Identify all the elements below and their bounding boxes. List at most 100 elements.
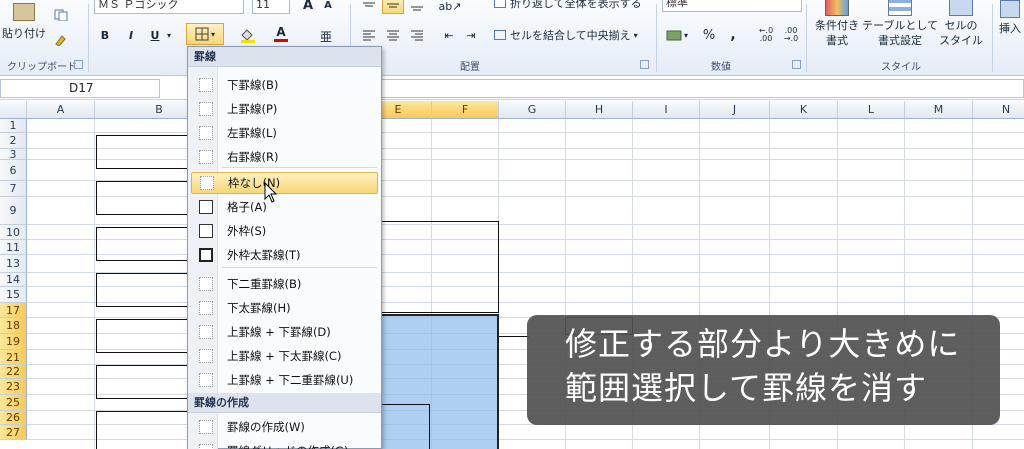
- menu-item-label: 上罫線 + 下太罫線(C): [227, 349, 342, 363]
- column-header-i[interactable]: I: [633, 101, 700, 119]
- grid-line: [94, 119, 95, 449]
- row-header-23[interactable]: 23: [0, 379, 27, 395]
- name-box[interactable]: D17: [0, 79, 160, 98]
- shrink-font-button[interactable]: A: [320, 0, 336, 14]
- row-header-1[interactable]: 1: [0, 119, 27, 133]
- menu-item-left-border[interactable]: 左罫線(L): [191, 122, 378, 144]
- row-header-21[interactable]: 21: [0, 350, 27, 365]
- insert-cells-button[interactable]: 挿入: [996, 0, 1024, 52]
- column-header-h[interactable]: H: [566, 101, 633, 119]
- accounting-format-icon[interactable]: ▾: [664, 26, 690, 44]
- column-header-j[interactable]: J: [700, 101, 770, 119]
- row-header-27[interactable]: 27: [0, 425, 27, 440]
- menu-item-draw-border[interactable]: 罫線の作成(W): [191, 416, 378, 438]
- row-header-6[interactable]: 6: [0, 160, 27, 181]
- menu-item-bottom-border[interactable]: 下罫線(B): [191, 74, 378, 96]
- menu-item-label: 右罫線(R): [227, 150, 279, 164]
- row-header-11[interactable]: 11: [0, 240, 27, 255]
- row-header-14[interactable]: 14: [0, 273, 27, 287]
- wrap-text-button[interactable]: 折り返して全体を表示する: [494, 0, 652, 12]
- grow-font-button[interactable]: A: [300, 0, 316, 14]
- paste-button[interactable]: 貼り付け: [2, 2, 46, 42]
- menu-item-no-border[interactable]: 枠なし(N): [191, 172, 378, 194]
- align-right-icon[interactable]: [408, 26, 426, 44]
- column-header-k[interactable]: K: [770, 101, 838, 119]
- menu-item-top-thick-bottom-border[interactable]: 上罫線 + 下太罫線(C): [191, 345, 378, 367]
- increase-decimal-icon[interactable]: ←.0.00: [756, 26, 776, 44]
- phonetic-icon[interactable]: 亜: [316, 26, 336, 46]
- conditional-format-label: 条件付き 書式: [815, 19, 859, 47]
- menu-item-top-bottom-border[interactable]: 上罫線 + 下罫線(D): [191, 321, 378, 343]
- format-painter-icon[interactable]: [52, 32, 70, 46]
- align-middle-icon[interactable]: [382, 0, 404, 14]
- row-header-2[interactable]: 2: [0, 133, 27, 149]
- comma-style-button[interactable]: ,: [724, 26, 742, 44]
- number-launcher-icon[interactable]: [792, 60, 801, 69]
- increase-indent-icon[interactable]: ⇥: [462, 26, 480, 44]
- bold-button[interactable]: B: [96, 26, 114, 44]
- number-format-combo[interactable]: 標準: [662, 0, 802, 12]
- select-all-corner[interactable]: [0, 101, 27, 119]
- row-header-19[interactable]: 19: [0, 334, 27, 350]
- decrease-indent-icon[interactable]: ⇤: [440, 26, 458, 44]
- formula-input[interactable]: [380, 79, 1024, 98]
- menu-item-thick-bottom-border[interactable]: 下太罫線(H): [191, 297, 378, 319]
- underline-dropdown-icon[interactable]: ▾: [164, 26, 174, 44]
- fill-color-icon[interactable]: [236, 26, 262, 44]
- menu-item-outside-borders[interactable]: 外枠(S): [191, 220, 378, 242]
- row-header-22[interactable]: 22: [0, 365, 27, 379]
- percent-button[interactable]: %: [700, 26, 718, 44]
- row-header-25[interactable]: 25: [0, 395, 27, 411]
- all-borders-icon: [199, 200, 213, 214]
- grid-line: [27, 224, 1024, 225]
- row-header-7[interactable]: 7: [0, 181, 27, 197]
- row-header-26[interactable]: 26: [0, 411, 27, 425]
- menu-item-draw-border-grid[interactable]: 罫線グリッドの作成(G): [191, 440, 378, 449]
- align-bottom-icon[interactable]: [408, 0, 426, 14]
- row-header-18[interactable]: 18: [0, 318, 27, 334]
- row-header-9[interactable]: 9: [0, 197, 27, 225]
- menu-item-right-border[interactable]: 右罫線(R): [191, 146, 378, 168]
- column-header-a[interactable]: A: [27, 101, 95, 119]
- menu-item-thick-box-border[interactable]: 外枠太罫線(T): [191, 244, 378, 266]
- copy-icon[interactable]: [52, 8, 70, 22]
- decrease-decimal-icon[interactable]: .00 →.0: [780, 26, 802, 44]
- column-header-l[interactable]: L: [838, 101, 905, 119]
- row-header-17[interactable]: 17: [0, 303, 27, 318]
- align-top-icon[interactable]: [360, 0, 378, 14]
- font-name-combo[interactable]: ＭＳ Ｐゴシック: [94, 0, 244, 14]
- conditional-format-icon: [825, 0, 849, 16]
- merge-center-button[interactable]: セルを結合して中央揃え ▾: [494, 26, 652, 44]
- draw-border-icon: [199, 420, 213, 434]
- conditional-format-button[interactable]: 条件付き 書式: [810, 0, 864, 52]
- row-header-3[interactable]: 3: [0, 149, 27, 160]
- ribbon: 貼り付け クリップボード ＭＳ Ｐゴシック 11 A A B I U ▾ ▾ A…: [0, 0, 1024, 76]
- align-center-icon[interactable]: [384, 26, 402, 44]
- menu-item-label: 下罫線(B): [227, 78, 279, 92]
- cell-styles-button[interactable]: セルの スタイル: [936, 0, 986, 52]
- borders-dropdown-menu: 罫線 下罫線(B) 上罫線(P) 左罫線(L) 右罫線(R) 枠なし(N) 格子(A) 外枠…: [187, 46, 382, 449]
- underline-button[interactable]: U: [146, 26, 164, 44]
- clipboard-group-label: クリップボード: [7, 62, 77, 73]
- column-header-g[interactable]: G: [499, 101, 566, 119]
- menu-item-all-borders[interactable]: 格子(A): [191, 196, 378, 218]
- column-header-n[interactable]: N: [973, 101, 1024, 119]
- orientation-icon[interactable]: ab↗: [439, 0, 462, 14]
- column-header-m[interactable]: M: [905, 101, 973, 119]
- font-size-combo[interactable]: 11: [252, 0, 290, 14]
- menu-item-top-double-bottom-border[interactable]: 上罫線 + 下二重罫線(U): [191, 369, 378, 391]
- column-header-f[interactable]: F: [432, 101, 499, 119]
- clipboard-launcher-icon[interactable]: [74, 60, 83, 69]
- italic-button[interactable]: I: [122, 26, 140, 44]
- font-color-icon[interactable]: A: [268, 24, 294, 44]
- menu-item-bottom-double-border[interactable]: 下二重罫線(B): [191, 273, 378, 295]
- formula-bar: D17: [0, 77, 1024, 100]
- row-header-15[interactable]: 15: [0, 287, 27, 303]
- borders-button[interactable]: ▾: [186, 23, 224, 45]
- menu-item-top-border[interactable]: 上罫線(P): [191, 98, 378, 120]
- row-header-10[interactable]: 10: [0, 225, 27, 240]
- row-header-13[interactable]: 13: [0, 255, 27, 273]
- align-left-icon[interactable]: [360, 26, 378, 44]
- alignment-launcher-icon[interactable]: [640, 60, 649, 69]
- format-as-table-button[interactable]: テーブルとして 書式設定: [862, 0, 938, 52]
